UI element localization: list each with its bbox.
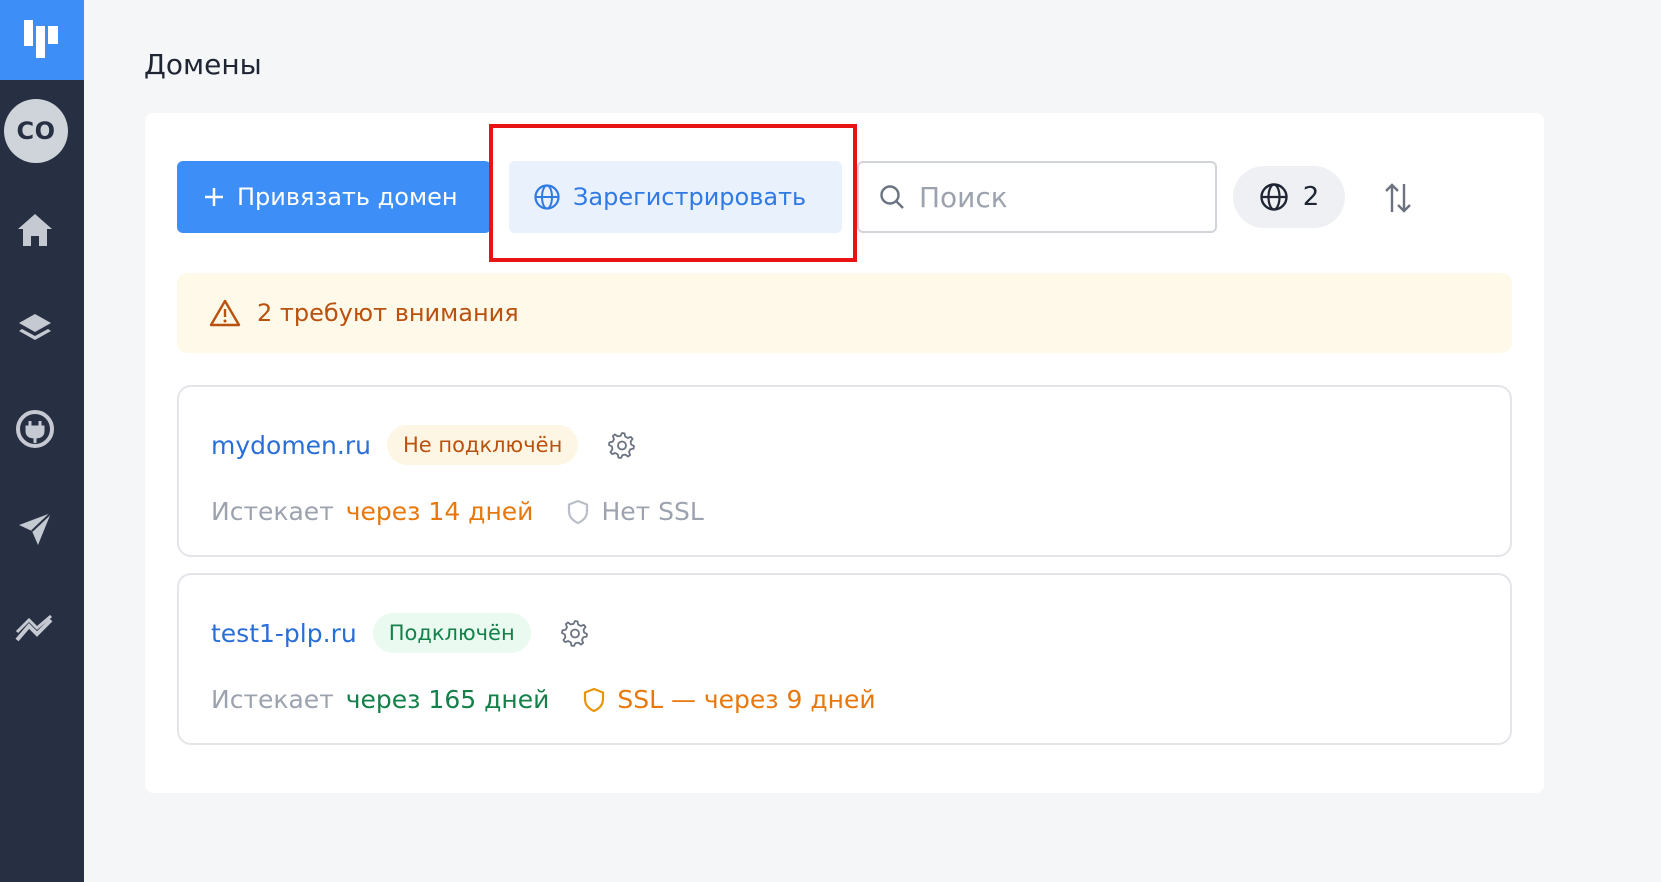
domain-settings-button[interactable] [608, 431, 636, 459]
nav-layers[interactable] [13, 307, 57, 351]
domain-count: 2 [1302, 182, 1320, 212]
send-icon [19, 512, 52, 545]
expires-value: через 165 дней [345, 685, 550, 714]
attach-domain-label: Привязать домен [237, 183, 458, 211]
search-icon [880, 185, 904, 209]
search-input[interactable] [919, 180, 1179, 214]
globe-icon [1260, 183, 1288, 211]
app-logo[interactable] [0, 0, 84, 80]
highlight-box [489, 124, 857, 262]
attach-domain-button[interactable]: Привязать домен [177, 161, 491, 233]
analytics-icon [15, 614, 53, 642]
attention-alert[interactable]: 2 требуют внимания [177, 273, 1512, 353]
avatar[interactable]: CO [4, 99, 68, 163]
warning-icon [209, 299, 241, 327]
ssl-status: Нет SSL [601, 497, 704, 526]
status-badge: Подключён [372, 613, 531, 653]
layers-icon [19, 314, 51, 340]
status-badge: Не подключён [386, 425, 579, 465]
expires-label: Истекает [211, 685, 334, 714]
plug-icon [16, 410, 54, 448]
search-field[interactable] [857, 161, 1217, 233]
sort-button[interactable] [1378, 178, 1418, 218]
alert-text: 2 требуют внимания [257, 299, 519, 327]
home-icon [18, 214, 52, 246]
logo-icon [24, 20, 58, 58]
domain-count-filter[interactable]: 2 [1233, 166, 1345, 228]
shield-icon [584, 687, 605, 712]
domain-name-link[interactable]: mydomen.ru [211, 431, 371, 460]
shield-icon [568, 499, 589, 524]
gear-icon [560, 620, 588, 647]
gear-icon [608, 432, 636, 459]
plus-icon [205, 188, 223, 206]
expires-label: Истекает [211, 497, 334, 526]
nav-analytics[interactable] [13, 607, 57, 651]
nav-send[interactable] [13, 507, 57, 551]
sort-icon [1385, 183, 1411, 213]
domain-settings-button[interactable] [560, 619, 589, 647]
expires-value: через 14 дней [345, 497, 534, 526]
domain-card: mydomen.ru Не подключён Истекает через 1… [177, 385, 1512, 557]
nav-integrations[interactable] [13, 407, 57, 451]
ssl-status: SSL — через 9 дней [617, 685, 876, 714]
domain-name-link[interactable]: test1-plp.ru [211, 619, 357, 648]
sidebar: CO [0, 0, 84, 882]
page-title: Домены [144, 48, 262, 81]
domain-card: test1-plp.ru Подключён Истекает через 16… [177, 573, 1512, 745]
nav-home[interactable] [13, 208, 57, 252]
